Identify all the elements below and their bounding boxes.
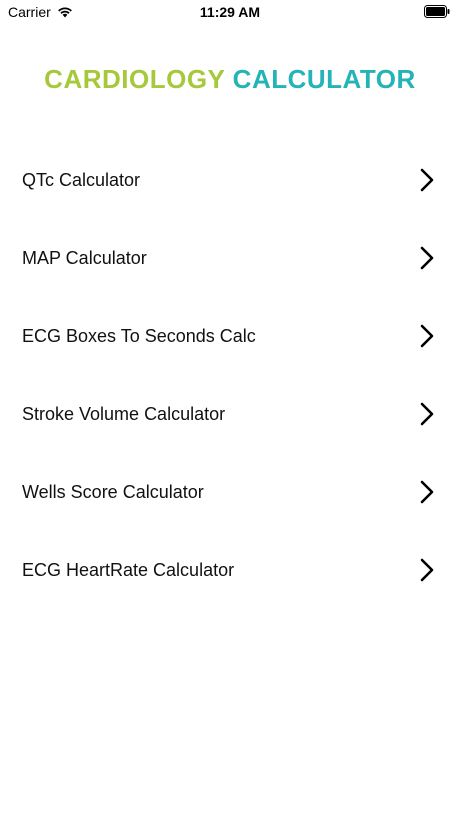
- chevron-right-icon: [420, 480, 434, 504]
- menu-item-label: MAP Calculator: [22, 247, 147, 268]
- menu-item-label: ECG HeartRate Calculator: [22, 559, 235, 580]
- calculator-menu: QTc Calculator MAP Calculator ECG Boxes …: [0, 141, 460, 609]
- menu-item-label: Stroke Volume Calculator: [22, 403, 226, 424]
- battery-icon: [424, 5, 450, 18]
- menu-item-label: QTc Calculator: [22, 169, 141, 190]
- menu-item-map-calculator[interactable]: MAP Calculator: [0, 219, 460, 297]
- menu-item-stroke-volume-calculator[interactable]: Stroke Volume Calculator: [0, 375, 460, 453]
- chevron-right-icon: [420, 558, 434, 582]
- menu-item-qtc-calculator[interactable]: QTc Calculator: [0, 141, 460, 219]
- menu-item-label: ECG Boxes To Seconds Calc: [22, 325, 256, 346]
- menu-item-wells-score-calculator[interactable]: Wells Score Calculator: [0, 453, 460, 531]
- chevron-right-icon: [420, 246, 434, 270]
- menu-item-label: Wells Score Calculator: [22, 481, 204, 502]
- menu-item-ecg-boxes-to-seconds[interactable]: ECG Boxes To Seconds Calc: [0, 297, 460, 375]
- title-part-calculator: CALCULATOR: [232, 64, 416, 94]
- menu-item-ecg-heartrate-calculator[interactable]: ECG HeartRate Calculator: [0, 531, 460, 609]
- page-title: CARDIOLOGY CALCULATOR: [0, 64, 460, 95]
- status-bar: Carrier 11:29 AM: [0, 0, 460, 24]
- chevron-right-icon: [420, 402, 434, 426]
- chevron-right-icon: [420, 324, 434, 348]
- status-time: 11:29 AM: [199, 4, 261, 20]
- title-part-cardiology: CARDIOLOGY: [44, 64, 225, 94]
- chevron-right-icon: [420, 168, 434, 192]
